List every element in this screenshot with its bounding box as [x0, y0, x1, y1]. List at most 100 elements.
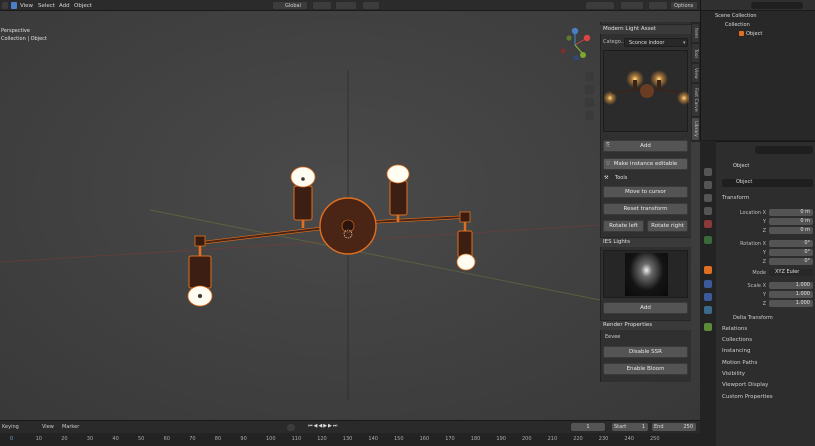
outliner-search-input[interactable] [751, 2, 803, 9]
shading-mode-icon[interactable] [648, 1, 668, 10]
timeline-view-menu[interactable]: View [42, 425, 54, 430]
record-button[interactable] [287, 424, 295, 431]
tab-library[interactable]: Library [692, 118, 699, 140]
menu-view[interactable]: View [20, 3, 33, 9]
ruler-tick-label: 230 [598, 436, 609, 442]
ruler-tick-label: 130 [342, 436, 353, 442]
pan-hand-icon[interactable] [585, 85, 594, 94]
rotation-z-label: Z [762, 259, 766, 265]
keying-menu[interactable]: Keying [2, 425, 19, 430]
rotation-mode-dropdown[interactable]: XYZ Euler [769, 269, 813, 276]
particles-tab-icon[interactable] [704, 293, 712, 301]
end-frame-label: End [654, 424, 664, 430]
rotate-left-button[interactable]: Rotate left [603, 220, 644, 232]
options-dropdown[interactable]: Options [670, 1, 698, 10]
menu-object[interactable]: Object [74, 3, 92, 9]
end-frame-field[interactable]: End 250 [652, 423, 696, 431]
instancing-section[interactable]: Instancing [722, 348, 751, 354]
scale-y-field[interactable]: 1.000 [769, 291, 813, 298]
collections-section[interactable]: Collections [722, 337, 752, 343]
editor-type-icon[interactable] [1, 1, 9, 10]
ruler-tick-label: 100 [266, 436, 276, 442]
object-name-field[interactable]: Object [722, 179, 813, 187]
location-y-field[interactable]: 0 m [769, 218, 813, 225]
current-frame-field[interactable]: 1 [571, 423, 605, 431]
ruler-tick-label: 10 [35, 436, 42, 442]
visibility-section[interactable]: Visibility [722, 371, 745, 377]
pivot-point-icon[interactable] [312, 1, 332, 10]
3d-viewport[interactable]: Perspective Collection | Object [0, 0, 700, 420]
location-z-field[interactable]: 0 m [769, 227, 813, 234]
modifier-tab-icon[interactable] [704, 280, 712, 288]
ies-thumbnail[interactable] [603, 250, 688, 298]
tab-tool[interactable]: Tool [692, 44, 699, 62]
object-data-tab-icon[interactable] [704, 323, 712, 331]
enable-bloom-button[interactable]: Enable Bloom [603, 363, 688, 375]
menu-select[interactable]: Select [38, 3, 55, 9]
asset-thumbnail[interactable] [603, 50, 691, 132]
rotation-z-field[interactable]: 0° [769, 258, 813, 265]
tab-view[interactable]: View [692, 64, 699, 82]
collection-row[interactable]: Collection [725, 23, 750, 28]
overlay-toggle-icon[interactable] [620, 1, 644, 10]
menu-add[interactable]: Add [59, 3, 70, 9]
snap-magnet-icon[interactable] [335, 1, 357, 10]
render-tab-icon[interactable] [704, 181, 712, 189]
category-dropdown[interactable]: Sconce indoor ▾ [624, 38, 688, 47]
rotation-x-field[interactable]: 0° [769, 240, 813, 247]
start-frame-field[interactable]: Start 1 [612, 423, 648, 431]
disable-ssr-button[interactable]: Disable SSR [603, 346, 688, 358]
ruler-tick-label: 70 [189, 436, 196, 442]
location-x-field[interactable]: 0 m [769, 209, 813, 216]
camera-view-icon[interactable] [585, 98, 594, 107]
output-tab-icon[interactable] [704, 194, 712, 202]
scene-tab-icon[interactable] [704, 220, 712, 228]
viewport-display-section[interactable]: Viewport Display [722, 382, 768, 388]
zoom-icon[interactable] [585, 72, 594, 81]
ruler-tick-label: 30 [86, 436, 94, 442]
ruler-tick-label: 60 [163, 436, 170, 442]
proportional-edit-icon[interactable] [362, 1, 380, 10]
view-layer-tab-icon[interactable] [704, 207, 712, 215]
tools-icon: ⚒ [604, 175, 609, 181]
move-to-cursor-button[interactable]: Move to cursor [603, 186, 688, 198]
tool-tab-icon[interactable] [704, 168, 712, 176]
gizmo-toggle-icon[interactable] [585, 1, 615, 10]
viewport-canvas[interactable] [0, 0, 700, 420]
ruler-tick-label: 250 [650, 436, 660, 442]
grid-toggle-icon[interactable] [585, 111, 594, 120]
scene-collection-row[interactable]: Scene Collection [715, 14, 757, 19]
transform-section-header[interactable]: Transform [722, 195, 749, 201]
properties-search-input[interactable] [755, 146, 813, 154]
ies-add-button[interactable]: Add [603, 302, 688, 314]
custom-properties-section[interactable]: Custom Properties [722, 394, 773, 400]
playback-controls[interactable]: ⏮◀◀▶▶⏭ [308, 424, 338, 429]
tools-label: Tools [615, 175, 628, 181]
tab-fast-carve[interactable]: Fast Carve [692, 84, 699, 116]
make-instance-editable-button[interactable]: Make instance editable [603, 158, 688, 170]
ruler-tick-label: 190 [496, 436, 506, 442]
ruler-tick-label: 140 [368, 436, 378, 442]
transform-orientation-dropdown[interactable]: Global [272, 1, 308, 10]
reset-transform-button[interactable]: Reset transform [603, 203, 688, 215]
relations-section[interactable]: Relations [722, 326, 747, 332]
ruler-tick-label: 240 [624, 436, 634, 442]
motion-paths-section[interactable]: Motion Paths [722, 360, 757, 366]
rotation-y-field[interactable]: 0° [769, 249, 813, 256]
object-tab-icon[interactable] [704, 266, 712, 274]
mode-select-icon[interactable] [10, 1, 18, 10]
options-label: Options [674, 3, 694, 9]
add-asset-button[interactable]: Add [603, 140, 688, 152]
marker-menu[interactable]: Marker [62, 425, 79, 430]
object-row[interactable]: Object [746, 32, 762, 37]
delta-transform-section[interactable]: Delta Transform [733, 315, 773, 321]
scale-z-field[interactable]: 1.000 [769, 300, 813, 307]
rotate-right-button[interactable]: Rotate right [647, 220, 688, 232]
scale-x-field[interactable]: 1.000 [769, 282, 813, 289]
navigation-gizmo[interactable] [560, 27, 591, 61]
physics-tab-icon[interactable] [704, 306, 712, 314]
world-tab-icon[interactable] [704, 236, 712, 244]
tab-item[interactable]: Item [692, 24, 699, 42]
ruler-tick-label: 160 [419, 436, 430, 442]
outliner-header [701, 0, 815, 11]
